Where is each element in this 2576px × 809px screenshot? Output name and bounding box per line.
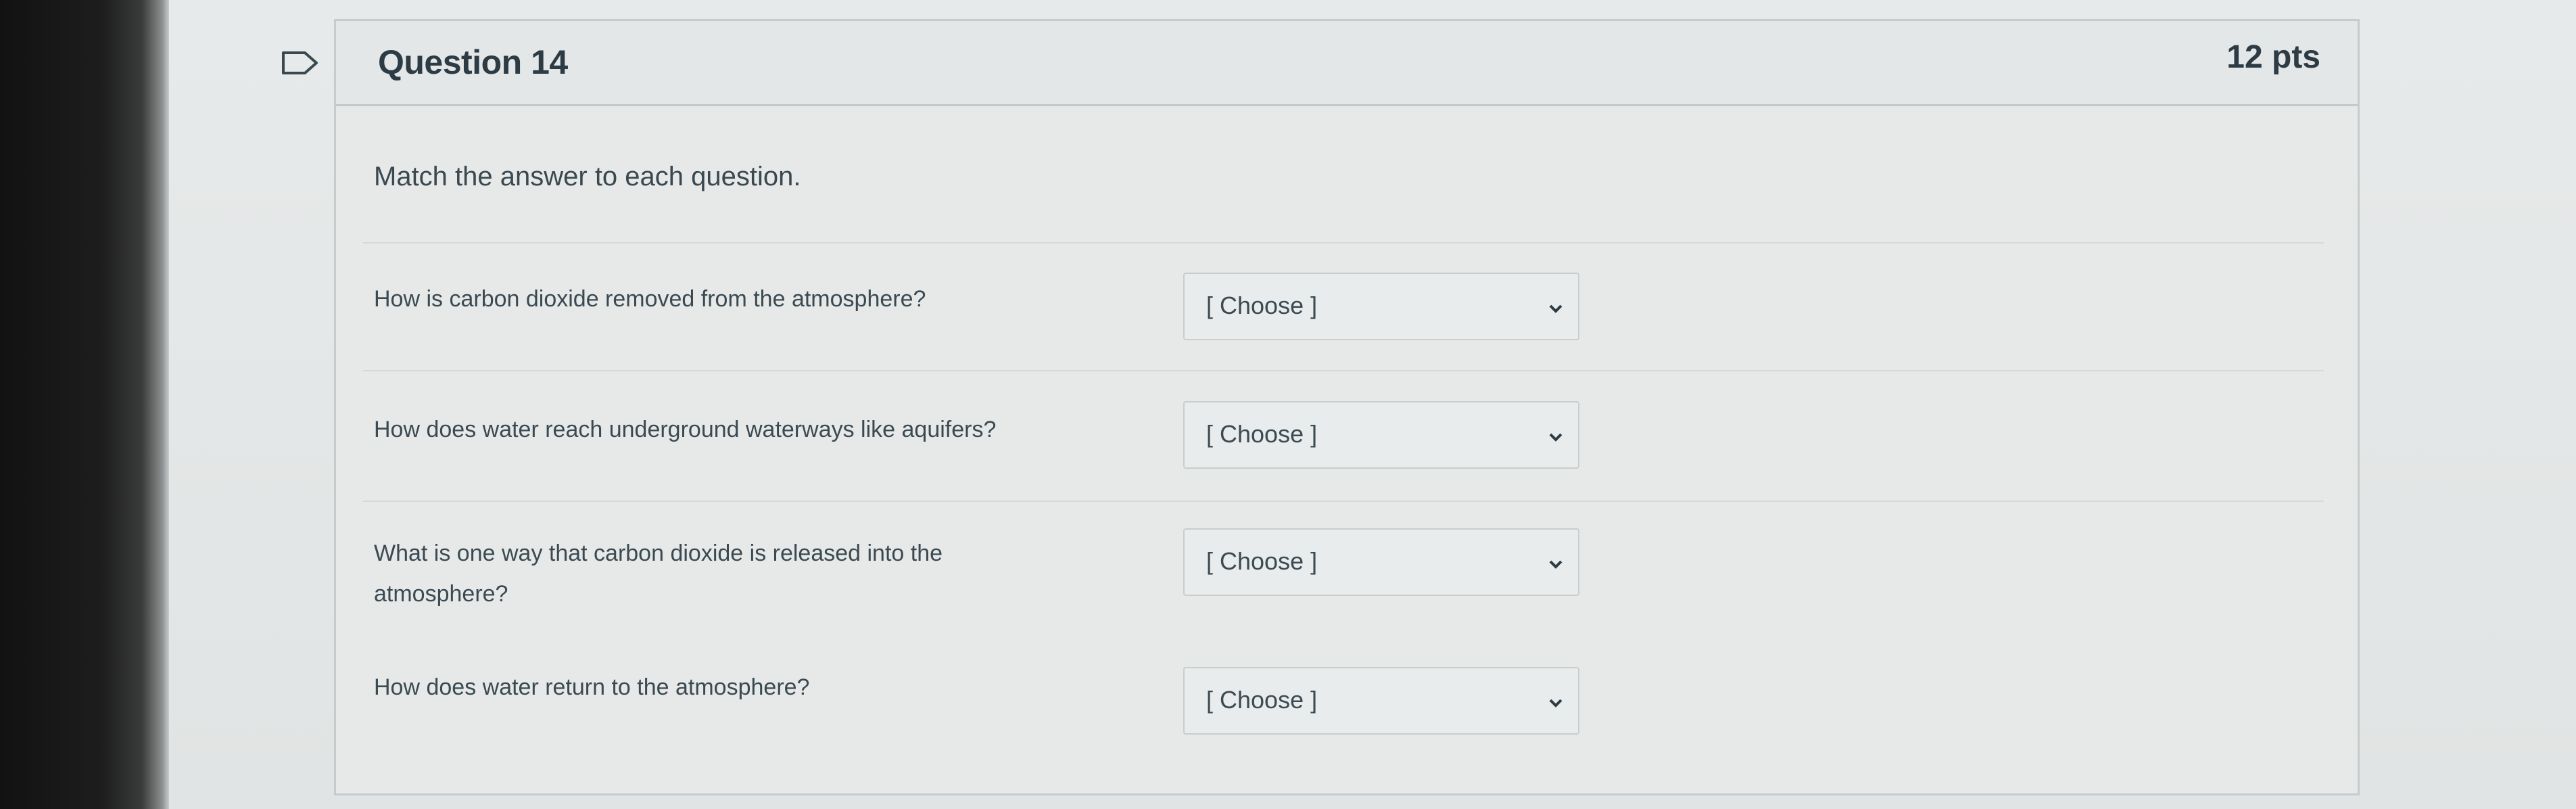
select-value: [ Choose ] (1206, 292, 1318, 319)
match-prompt: How is carbon dioxide removed from the a… (374, 286, 926, 312)
chevron-down-icon (1549, 560, 1563, 569)
question-instruction: Match the answer to each question. (374, 162, 801, 191)
answer-select[interactable]: [ Choose ] (1183, 273, 1579, 340)
match-prompt: How does water return to the atmosphere? (374, 674, 810, 700)
match-prompt: How does water reach underground waterwa… (374, 417, 997, 442)
row-divider (363, 501, 2324, 502)
answer-select[interactable]: [ Choose ] (1183, 401, 1579, 469)
answer-select[interactable]: [ Choose ] (1183, 667, 1579, 735)
row-divider (363, 370, 2324, 371)
match-prompt: What is one way that carbon dioxide is r… (374, 540, 943, 607)
chevron-down-icon (1549, 433, 1563, 442)
row-divider (363, 242, 2324, 244)
answer-select[interactable]: [ Choose ] (1183, 528, 1579, 596)
select-value: [ Choose ] (1206, 686, 1318, 714)
select-value: [ Choose ] (1206, 420, 1318, 448)
chevron-down-icon (1549, 699, 1563, 708)
question-title: Question 14 (378, 43, 568, 81)
select-value: [ Choose ] (1206, 547, 1318, 575)
flag-icon[interactable] (281, 49, 320, 77)
screen-bezel (0, 0, 169, 809)
question-card: Question 14 12 pts Match the answer to e… (334, 19, 2360, 795)
chevron-down-icon (1549, 304, 1563, 313)
question-points: 12 pts (2226, 39, 2320, 75)
question-header: Question 14 12 pts (336, 21, 2358, 106)
